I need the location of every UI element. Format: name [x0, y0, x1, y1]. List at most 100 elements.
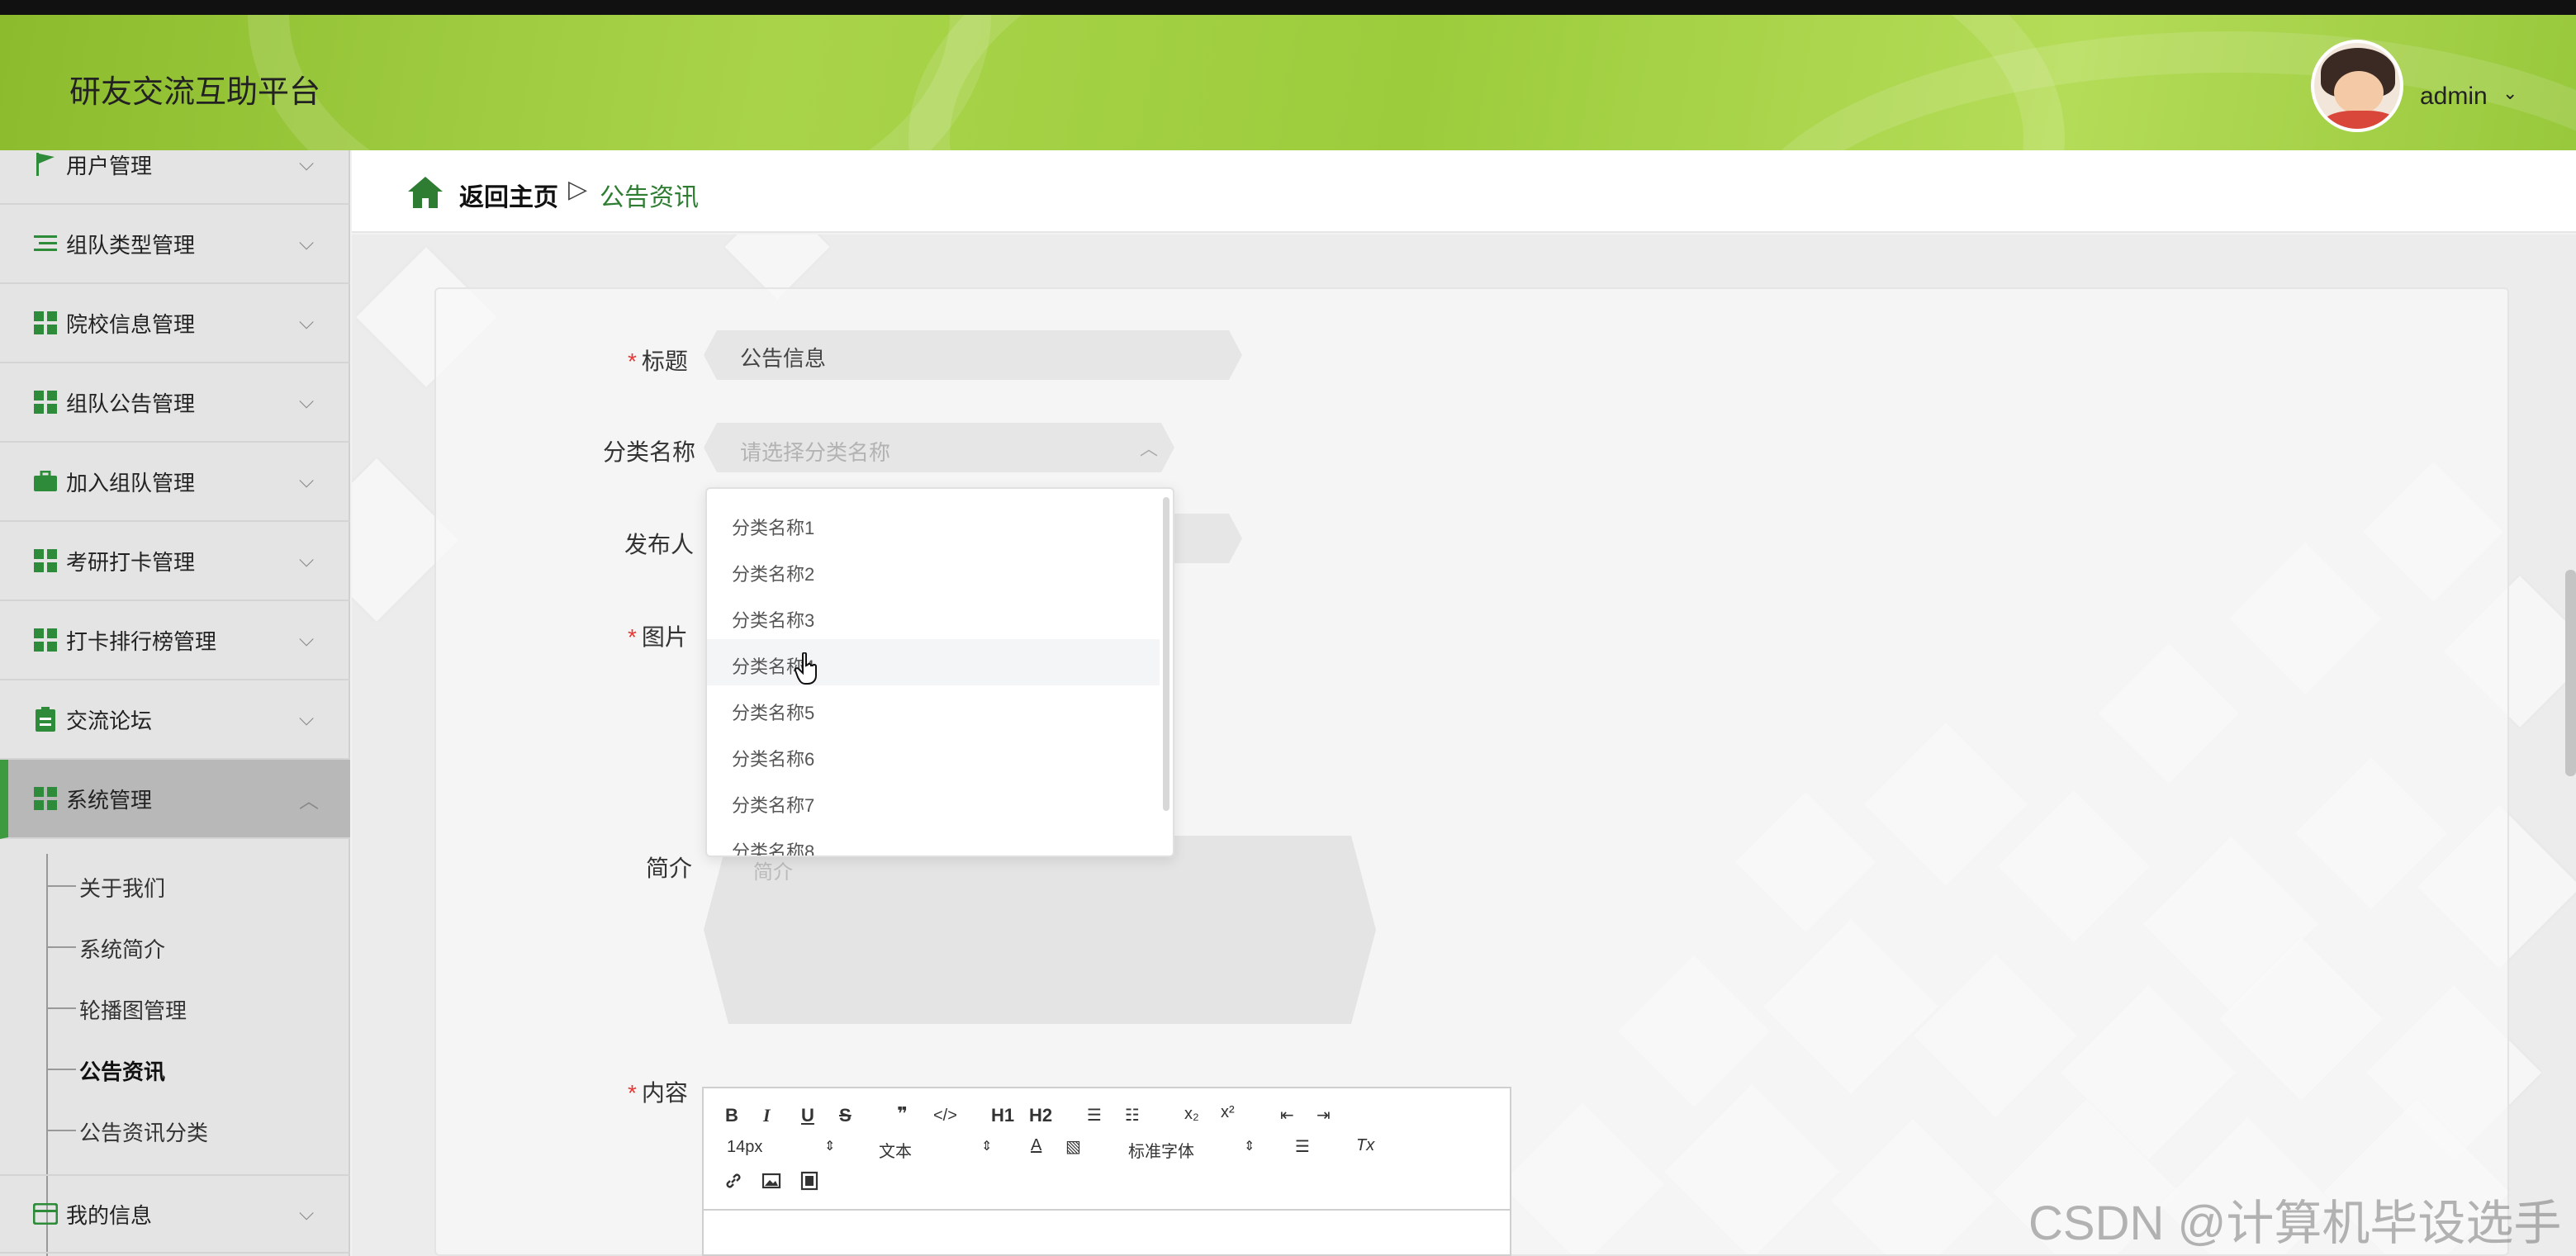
chevron-down-icon: ⌵	[299, 391, 315, 413]
app-title: 研友交流互助平台	[69, 75, 321, 110]
dropdown-option[interactable]: 分类名称1	[707, 500, 1160, 547]
sidebar-item-checkin[interactable]: 考研打卡管理 ⌵	[0, 522, 350, 601]
sidebar-item-team-type[interactable]: 组队类型管理 ⌵	[0, 205, 350, 284]
sidebar-item-school-info[interactable]: 院校信息管理 ⌵	[0, 284, 350, 363]
image-label: * 图片	[628, 624, 688, 650]
page-scrollbar[interactable]	[2565, 570, 2576, 776]
select-arrows-icon: ⇕	[824, 1140, 836, 1154]
sidebar-item-label: 我的信息	[66, 1202, 153, 1228]
image-icon[interactable]	[761, 1171, 781, 1195]
category-select[interactable]: 请选择分类名称 ︿	[704, 423, 1174, 472]
dropdown-option[interactable]: 分类名称5	[707, 685, 1160, 732]
h1-button[interactable]: H1	[991, 1105, 1014, 1126]
sidebar-item-team-notice[interactable]: 组队公告管理 ⌵	[0, 363, 350, 443]
chevron-down-icon[interactable]: ⌄	[2502, 83, 2517, 104]
underline-button[interactable]: U	[801, 1105, 814, 1126]
align-button[interactable]: ☰	[1295, 1136, 1310, 1157]
title-label: * 标题	[628, 348, 688, 374]
dropdown-option-hovered[interactable]: 分类名称4	[707, 639, 1160, 685]
font-color-button[interactable]: A	[1031, 1136, 1041, 1155]
sidebar-item-forum[interactable]: 交流论坛 ⌵	[0, 680, 350, 760]
outdent-button[interactable]: ⇤	[1280, 1105, 1294, 1126]
grid-icon	[33, 391, 58, 414]
sidebar-item-label: 打卡排行榜管理	[66, 628, 217, 654]
sidebar-item-user-management[interactable]: 用户管理 ⌵	[0, 126, 350, 205]
chevron-down-icon: ⌵	[299, 470, 315, 492]
rich-text-editor[interactable]: B I U S ❞ </> H1 H2 ☰ ☷ x₂ x² ⇤ ⇥ 14px ⇕…	[702, 1087, 1511, 1256]
user-name[interactable]: admin	[2420, 83, 2488, 111]
chevron-down-icon: ⌵	[299, 311, 315, 334]
bullet-list-button[interactable]: ☷	[1125, 1105, 1140, 1126]
chevron-up-icon: ︿	[1139, 438, 1158, 459]
title-input[interactable]: 公告信息	[704, 330, 1242, 380]
link-icon[interactable]	[723, 1171, 743, 1195]
chevron-up-icon: ︿	[299, 789, 319, 813]
indent-button[interactable]: ⇥	[1316, 1105, 1331, 1126]
sidebar-item-label: 组队公告管理	[66, 391, 196, 416]
dropdown-option[interactable]: 分类名称8	[707, 824, 1160, 856]
sidebar: 用户管理 ⌵ 组队类型管理 ⌵ 院校信息管理 ⌵ 组队公告管理 ⌵ 加入组队管理…	[0, 150, 350, 1256]
list-icon	[33, 232, 58, 255]
breadcrumb-current: 公告资讯	[600, 184, 699, 211]
category-dropdown: 分类名称1 分类名称2 分类名称3 分类名称4 分类名称5 分类名称6 分类名称…	[705, 487, 1174, 857]
quote-button[interactable]: ❞	[897, 1103, 908, 1125]
sidebar-item-ranking[interactable]: 打卡排行榜管理 ⌵	[0, 601, 350, 680]
bold-button[interactable]: B	[725, 1105, 738, 1126]
app-header: 研友交流互助平台 admin ⌄	[0, 15, 2576, 150]
select-arrows-icon: ⇕	[981, 1140, 993, 1154]
content-label: * 内容	[628, 1080, 688, 1106]
sidebar-item-label: 用户管理	[66, 153, 153, 178]
breadcrumb-home-link[interactable]: 返回主页	[459, 177, 558, 213]
strike-button[interactable]: S	[839, 1105, 852, 1126]
ordered-list-button[interactable]: ☰	[1087, 1105, 1102, 1126]
category-placeholder: 请选择分类名称	[740, 440, 891, 465]
sidebar-item-label: 院校信息管理	[66, 311, 196, 337]
sidebar-item-label: 系统管理	[66, 787, 153, 813]
background-color-button[interactable]: ▧	[1065, 1136, 1081, 1157]
font-family-select[interactable]: 标准字体	[1128, 1138, 1194, 1162]
code-button[interactable]: </>	[933, 1107, 957, 1126]
briefcase-icon	[33, 470, 58, 493]
category-label: 分类名称	[603, 439, 696, 465]
breadcrumb-separator: ▷	[568, 176, 588, 203]
chevron-down-icon: ⌵	[299, 549, 315, 571]
chevron-down-icon: ⌵	[299, 1202, 315, 1225]
dropdown-option[interactable]: 分类名称2	[707, 547, 1160, 593]
card-icon	[33, 1202, 58, 1225]
clear-format-button[interactable]: Tx	[1356, 1136, 1374, 1155]
user-avatar[interactable]	[2311, 40, 2403, 132]
title-input-value: 公告信息	[740, 346, 827, 371]
italic-button[interactable]: I	[763, 1105, 771, 1126]
window-top-bar	[0, 0, 2576, 15]
sidebar-item-system[interactable]: 系统管理 ︿	[0, 760, 350, 839]
dropdown-option[interactable]: 分类名称7	[707, 778, 1160, 824]
chevron-down-icon: ⌵	[299, 232, 315, 254]
flag-icon	[33, 153, 58, 176]
chevron-down-icon: ⌵	[299, 708, 315, 730]
chevron-down-icon: ⌵	[299, 153, 315, 175]
sidebar-item-join-team[interactable]: 加入组队管理 ⌵	[0, 443, 350, 522]
superscript-button[interactable]: x²	[1221, 1103, 1235, 1122]
sidebar-item-my-info[interactable]: 我的信息 ⌵	[0, 1174, 350, 1254]
breadcrumb: 返回主页 ▷ 公告资讯	[352, 150, 2576, 233]
clipboard-icon	[33, 707, 58, 732]
font-size-select[interactable]: 14px	[727, 1138, 762, 1157]
home-icon[interactable]	[406, 175, 444, 210]
subscript-button[interactable]: x₂	[1184, 1105, 1199, 1124]
summary-placeholder: 简介	[753, 861, 793, 884]
dropdown-option[interactable]: 分类名称6	[707, 732, 1160, 778]
hand-cursor-icon	[795, 652, 817, 685]
summary-textarea[interactable]: 简介	[704, 836, 1376, 1024]
dropdown-scrollbar[interactable]	[1163, 497, 1169, 811]
text-type-select[interactable]: 文本	[879, 1138, 912, 1162]
select-arrows-icon: ⇕	[1244, 1140, 1255, 1154]
watermark: CSDN @计算机毕设选手	[2028, 1197, 2562, 1250]
video-icon[interactable]	[799, 1171, 819, 1195]
summary-label: 简介	[646, 856, 693, 881]
h2-button[interactable]: H2	[1029, 1105, 1052, 1126]
grid-icon	[33, 549, 58, 572]
sidebar-item-label: 加入组队管理	[66, 470, 196, 495]
chevron-down-icon: ⌵	[299, 628, 315, 651]
editor-toolbar-divider	[704, 1209, 1510, 1211]
dropdown-option[interactable]: 分类名称3	[707, 593, 1160, 639]
